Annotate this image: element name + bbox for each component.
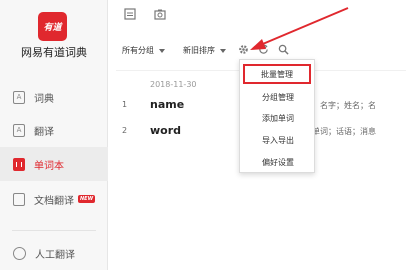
annotation-arrow [250,7,349,50]
